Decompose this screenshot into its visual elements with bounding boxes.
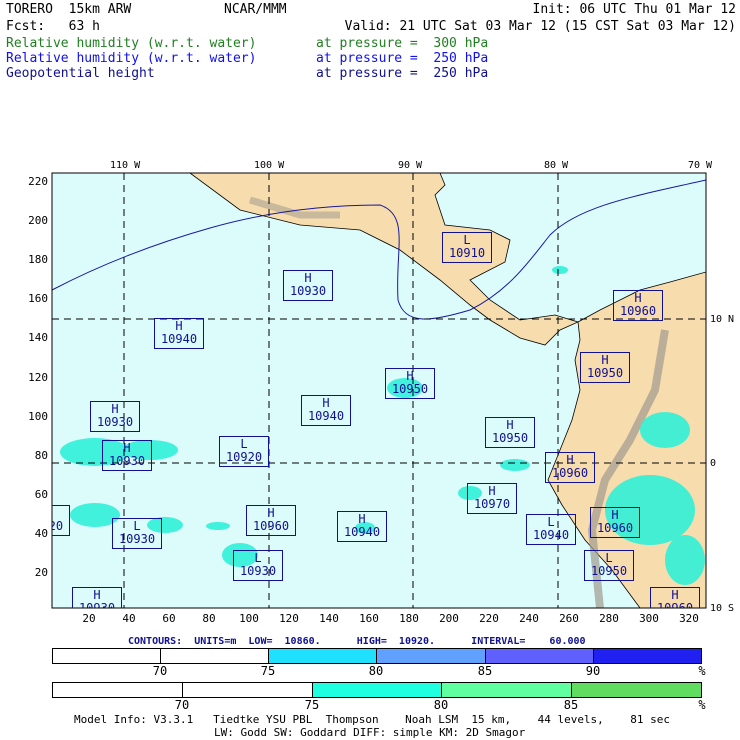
y-tick-label: 60 [34,487,48,501]
lat-label: 10 N [710,314,735,325]
colorbar-label: 70 [174,698,190,712]
pressure-center-label: L10920 [52,505,70,536]
x-tick-label: 300 [639,612,659,625]
pressure-center-label: H 10970 [467,483,517,514]
colorbar-label: 75 [304,698,320,712]
x-tick-label: 120 [279,612,299,625]
x-tick-label: 40 [122,612,136,625]
pressure-center-label: L 10940 [526,514,576,545]
x-tick-label: 220 [479,612,499,625]
x-tick-label: 280 [599,612,619,625]
y-tick-label: 220 [28,175,48,188]
center-value: 10960 [596,521,634,535]
pressure-center-label: L10920 [219,436,269,467]
center-value: 10930 [239,564,277,578]
pressure-center-label: L 10910 [442,232,492,263]
colorbar-label: 85 [477,664,493,678]
y-tick-label: 160 [28,292,48,306]
colorbar-label: 80 [433,698,449,712]
y-tick-label: 180 [28,253,48,267]
pressure-center-label: L 10930 [112,518,162,549]
colorbar-label: % [698,698,706,712]
center-value: 10950 [391,382,429,396]
lon-label: 90 W [398,160,423,171]
lon-label: 80 W [544,160,569,171]
center-value: 10930 [78,601,116,609]
x-tick-label: 140 [319,612,339,625]
pressure-center-label: H 10930 [90,401,140,432]
center-value: 10950 [590,564,628,578]
center-value: 10920 [225,450,263,464]
pressure-center-label: H 10940 [154,318,204,349]
y-tick-label: 200 [28,214,48,228]
center-value: 10930 [118,532,156,546]
physics-info: LW: Godd SW: Goddard DIFF: simple KM: 2D… [214,726,526,739]
x-tick-label: 260 [559,612,579,625]
pressure-center-label: H 10960 [590,507,640,538]
x-tick-label: 100 [239,612,259,625]
colorbar-rh250 [52,648,702,664]
colorbar-label: 80 [368,664,384,678]
y-tick-label: 40 [34,526,48,540]
lon-label: 70 W [688,160,713,171]
pressure-center-label: H 10960 [650,587,700,608]
lon-label: 110 W [110,160,141,171]
center-value: 10950 [586,366,624,380]
x-tick-label: 160 [359,612,379,625]
center-value: 10940 [343,525,381,539]
pressure-center-label: H 10930 [72,587,122,608]
y-tick-label: 20 [34,566,48,579]
pressure-center-label: H 10940 [337,511,387,542]
colorbar-label: % [698,664,706,678]
x-tick-label: 240 [519,612,539,625]
colorbar-label: 85 [563,698,579,712]
center-value: 10960 [252,519,290,533]
lat-label: 0 [710,458,717,469]
center-value: 10960 [619,304,657,318]
pressure-center-label: H 10950 [485,417,535,448]
center-value: 10940 [307,409,345,423]
center-value: 10920 [52,519,64,533]
pressure-center-label: L 10930 [233,550,283,581]
lat-label: 10 S [710,603,735,614]
center-value: 10960 [656,601,694,609]
y-tick-label: 120 [28,370,48,384]
colorbar-label: 75 [260,664,276,678]
pressure-center-label: H 10960 [545,452,595,483]
x-tick-label: 180 [399,612,419,625]
pressure-center-label: H 10950 [580,352,630,383]
center-value: 10930 [108,454,146,468]
pressure-center-label: H 10960 [613,290,663,321]
lon-label: 100 W [254,160,285,171]
contour-info: CONTOURS: UNITS=m LOW= 10860. HIGH= 1092… [128,636,586,647]
colorbar-label: 90 [585,664,601,678]
y-tick-label: 140 [28,331,48,345]
center-value: 10940 [532,528,570,542]
pressure-center-label: H 10960 [246,505,296,536]
center-value: 10930 [289,284,327,298]
x-tick-label: 320 [679,612,699,625]
pressure-center-label: H 10930 [283,270,333,301]
colorbar-rh300 [52,682,702,698]
center-value: 10910 [448,246,486,260]
colorbar-label: 70 [152,664,168,678]
center-value: 10940 [160,332,198,346]
y-tick-label: 100 [28,409,48,423]
x-tick-label: 20 [82,612,96,625]
x-tick-label: 200 [439,612,459,625]
pressure-center-label: H 10940 [301,395,351,426]
center-value: 10970 [473,497,511,511]
pressure-center-label: H 10930 [102,440,152,471]
center-value: 10950 [491,431,529,445]
pressure-center-label: L 10950 [584,550,634,581]
x-tick-label: 80 [202,612,216,625]
center-value: 10930 [96,415,134,429]
y-tick-label: 80 [34,448,48,462]
center-value: 10960 [551,466,589,480]
pressure-center-label: H 10950 [385,368,435,399]
x-tick-label: 60 [162,612,176,625]
